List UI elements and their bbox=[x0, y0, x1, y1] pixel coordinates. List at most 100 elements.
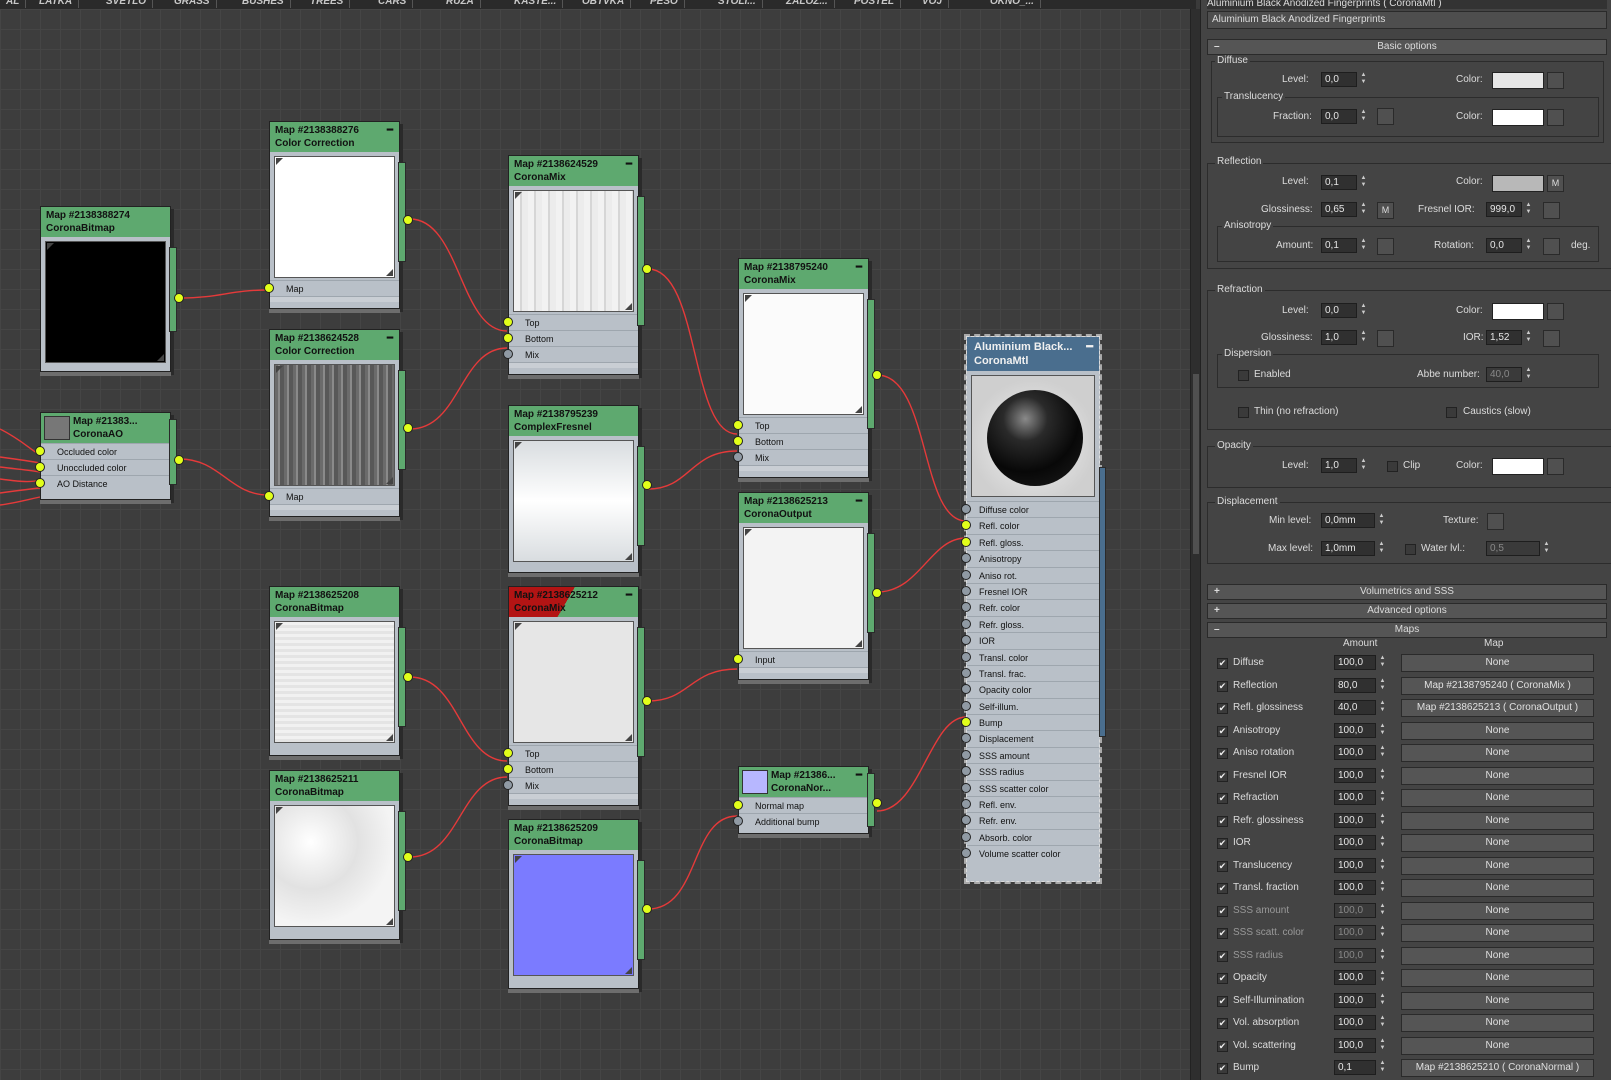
node-corona-mix[interactable]: Map #2138795240 CoronaMix ━ Top Bottom Mix bbox=[733, 258, 882, 478]
input-port[interactable] bbox=[961, 667, 971, 678]
material-input-slot[interactable]: SSS scatter color bbox=[961, 779, 1099, 796]
material-input-slot[interactable]: Absorb. color bbox=[961, 828, 1099, 845]
spinner-arrows-icon[interactable]: ▲ ▼ bbox=[1359, 72, 1368, 87]
reflection-color-swatch[interactable] bbox=[1492, 175, 1544, 192]
spinner-arrows-icon[interactable]: ▲ ▼ bbox=[1542, 541, 1551, 556]
spinner-arrows-icon[interactable]: ▲ ▼ bbox=[1378, 903, 1387, 918]
map-enable-checkbox[interactable]: ✔ bbox=[1217, 928, 1228, 939]
minimize-icon[interactable]: ━ bbox=[1086, 340, 1093, 354]
spinner-arrows-icon[interactable]: ▲ ▼ bbox=[1378, 790, 1387, 805]
spinner-arrows-icon[interactable]: ▲ ▼ bbox=[1378, 768, 1387, 783]
node-header[interactable]: Map #2138795239 ComplexFresnel bbox=[509, 406, 638, 436]
map-amount-input[interactable]: 100,0 bbox=[1334, 767, 1376, 783]
spinner-arrows-icon[interactable]: ▲ ▼ bbox=[1524, 202, 1533, 217]
spinner-arrows-icon[interactable]: ▲ ▼ bbox=[1524, 238, 1533, 253]
input-port[interactable] bbox=[961, 831, 971, 842]
ior-map-button[interactable] bbox=[1543, 330, 1560, 347]
input-port[interactable] bbox=[961, 700, 971, 711]
material-input-slot[interactable]: SSS radius bbox=[961, 763, 1099, 779]
input-port[interactable] bbox=[503, 764, 513, 774]
input-slot[interactable]: Bottom bbox=[733, 433, 868, 449]
input-port[interactable] bbox=[733, 654, 743, 664]
map-slot-button[interactable]: None bbox=[1401, 901, 1594, 920]
clip-checkbox[interactable] bbox=[1387, 461, 1398, 472]
map-slot-button[interactable]: None bbox=[1401, 811, 1594, 830]
material-input-slot[interactable]: SSS amount bbox=[961, 746, 1099, 763]
input-port[interactable] bbox=[961, 569, 971, 580]
opacity-map-button[interactable] bbox=[1547, 458, 1564, 475]
fresnel-map-button[interactable] bbox=[1543, 202, 1560, 219]
view-tab[interactable]: KASTE... bbox=[508, 0, 564, 8]
spinner-arrows-icon[interactable]: ▲ ▼ bbox=[1378, 813, 1387, 828]
input-port[interactable] bbox=[503, 317, 513, 327]
input-port[interactable] bbox=[264, 283, 274, 293]
material-input-slot[interactable]: Refr. gloss. bbox=[961, 615, 1099, 632]
map-amount-input[interactable]: 0,1 bbox=[1334, 1060, 1376, 1075]
node-corona-bitmap[interactable]: Map #2138388274 CoronaBitmap bbox=[40, 206, 184, 372]
volumetrics-rollout[interactable]: + Volumetrics and SSS bbox=[1207, 584, 1607, 600]
map-enable-checkbox[interactable]: ✔ bbox=[1217, 1018, 1228, 1029]
translucency-color-map-button[interactable] bbox=[1547, 109, 1564, 126]
minimize-icon[interactable]: ━ bbox=[856, 769, 862, 782]
caustics-checkbox[interactable] bbox=[1446, 407, 1457, 418]
anisotropy-rotation-input[interactable]: 0,0 bbox=[1486, 238, 1522, 253]
map-enable-checkbox[interactable]: ✔ bbox=[1217, 1063, 1228, 1074]
node-corona-bitmap[interactable]: Map #2138625209 CoronaBitmap bbox=[508, 819, 652, 989]
translucency-color-swatch[interactable] bbox=[1492, 109, 1544, 126]
map-slot-button[interactable]: None bbox=[1401, 721, 1594, 740]
material-input-slot[interactable]: Fresnel IOR bbox=[961, 582, 1099, 599]
view-tab[interactable]: TREES bbox=[304, 0, 351, 8]
input-port[interactable] bbox=[961, 635, 971, 646]
view-tab[interactable]: AL bbox=[0, 0, 27, 8]
map-amount-input[interactable]: 100,0 bbox=[1334, 745, 1376, 760]
spinner-arrows-icon[interactable]: ▲ ▼ bbox=[1378, 700, 1387, 715]
view-tab[interactable]: SVETLO bbox=[100, 0, 154, 8]
input-slot[interactable]: Unoccluded color bbox=[35, 459, 170, 475]
output-port[interactable] bbox=[174, 455, 184, 465]
input-port[interactable] bbox=[733, 420, 743, 430]
map-slot-button[interactable]: Map #2138625213 ( CoronaOutput ) bbox=[1401, 699, 1594, 717]
map-slot-button[interactable]: None bbox=[1401, 991, 1594, 1010]
map-slot-button[interactable]: Map #2138625210 ( CoronaNormal ) bbox=[1401, 1059, 1594, 1077]
fresnel-ior-input[interactable]: 999,0 bbox=[1486, 202, 1522, 217]
input-port[interactable] bbox=[961, 733, 971, 744]
output-port[interactable] bbox=[642, 904, 652, 914]
node-header[interactable]: Map #21386... CoronaNor... ━ bbox=[739, 767, 868, 797]
node-header[interactable]: Map #2138795240 CoronaMix ━ bbox=[739, 259, 868, 289]
material-input-slot[interactable]: Refr. env. bbox=[961, 812, 1099, 828]
map-slot-button[interactable]: None bbox=[1401, 834, 1594, 852]
basic-options-rollout[interactable]: – Basic options bbox=[1207, 39, 1607, 55]
dispersion-enabled-checkbox[interactable] bbox=[1238, 370, 1249, 381]
input-port[interactable] bbox=[961, 717, 971, 728]
node-color-correction[interactable]: Map #2138388276 Color Correction ━ Map bbox=[264, 121, 413, 309]
advanced-options-rollout[interactable]: + Advanced options bbox=[1207, 603, 1607, 619]
spinner-arrows-icon[interactable]: ▲ ▼ bbox=[1378, 745, 1387, 760]
map-amount-input[interactable]: 100,0 bbox=[1334, 947, 1376, 963]
scroll-thumb[interactable] bbox=[1193, 374, 1199, 554]
input-port[interactable] bbox=[733, 436, 743, 446]
input-slot[interactable]: Mix bbox=[733, 449, 868, 465]
map-enable-checkbox[interactable]: ✔ bbox=[1217, 973, 1228, 984]
spinner-arrows-icon[interactable]: ▲ ▼ bbox=[1378, 655, 1387, 670]
material-input-slot[interactable]: IOR bbox=[961, 632, 1099, 648]
maps-rollout[interactable]: – Maps bbox=[1207, 622, 1607, 638]
map-amount-input[interactable]: 100,0 bbox=[1334, 925, 1376, 940]
input-slot[interactable]: Mix bbox=[503, 346, 638, 362]
water-level-checkbox[interactable] bbox=[1405, 544, 1416, 555]
spinner-arrows-icon[interactable]: ▲ ▼ bbox=[1359, 109, 1368, 124]
spinner-arrows-icon[interactable]: ▲ ▼ bbox=[1377, 513, 1386, 528]
map-enable-checkbox[interactable]: ✔ bbox=[1217, 748, 1228, 759]
spinner-arrows-icon[interactable]: ▲ ▼ bbox=[1378, 1015, 1387, 1030]
node-header[interactable]: Map #2138625212 CoronaMix ━ bbox=[509, 587, 638, 617]
map-enable-checkbox[interactable]: ✔ bbox=[1217, 905, 1228, 917]
material-input-slot[interactable]: Opacity color bbox=[961, 681, 1099, 697]
minimize-icon[interactable]: ━ bbox=[387, 124, 393, 137]
material-input-slot[interactable]: Refl. color bbox=[961, 517, 1099, 533]
input-port[interactable] bbox=[961, 749, 971, 760]
refraction-gloss-map-button[interactable] bbox=[1377, 330, 1394, 347]
spinner-arrows-icon[interactable]: ▲ ▼ bbox=[1378, 993, 1387, 1008]
output-port[interactable] bbox=[642, 480, 652, 490]
input-port[interactable] bbox=[961, 684, 971, 695]
input-port[interactable] bbox=[961, 766, 971, 777]
output-port[interactable] bbox=[642, 696, 652, 706]
